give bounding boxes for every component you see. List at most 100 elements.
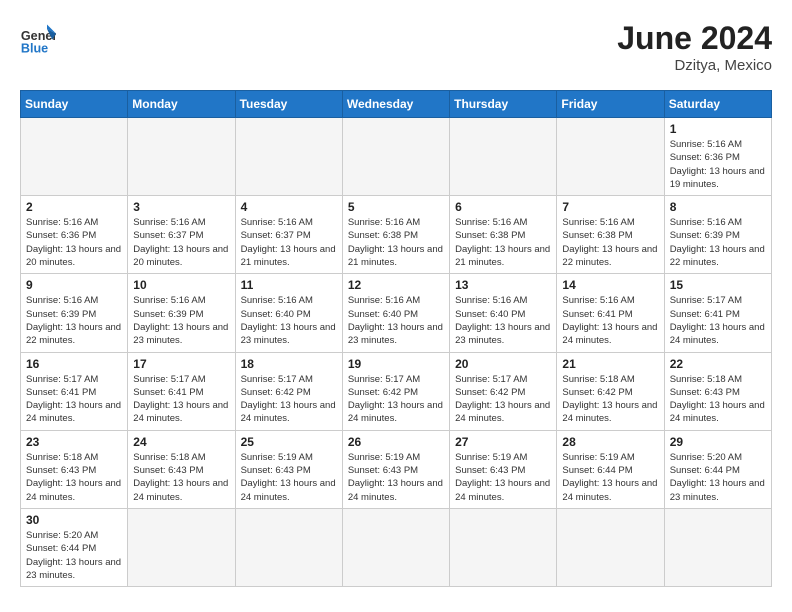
day-info: Sunrise: 5:16 AMSunset: 6:38 PMDaylight:…	[455, 216, 551, 269]
table-row	[128, 508, 235, 586]
table-row: 28 Sunrise: 5:19 AMSunset: 6:44 PMDayligh…	[557, 430, 664, 508]
day-number: 10	[133, 278, 229, 292]
day-number: 26	[348, 435, 444, 449]
day-info: Sunrise: 5:19 AMSunset: 6:43 PMDaylight:…	[348, 451, 444, 504]
table-row: 11 Sunrise: 5:16 AMSunset: 6:40 PMDayligh…	[235, 274, 342, 352]
table-row: 25Sunrise: 5:19 AMSunset: 6:43 PMDayligh…	[235, 430, 342, 508]
day-info: Sunrise: 5:16 AMSunset: 6:40 PMDaylight:…	[455, 294, 551, 347]
day-info: Sunrise: 5:16 AMSunset: 6:40 PMDaylight:…	[348, 294, 444, 347]
table-row	[664, 508, 771, 586]
header-monday: Monday	[128, 91, 235, 118]
day-info: Sunrise: 5:16 AMSunset: 6:39 PMDaylight:…	[133, 294, 229, 347]
day-number: 27	[455, 435, 551, 449]
table-row: 26 Sunrise: 5:19 AMSunset: 6:43 PMDayligh…	[342, 430, 449, 508]
day-number: 15	[670, 278, 766, 292]
day-info: Sunrise: 5:17 AMSunset: 6:42 PMDaylight:…	[455, 373, 551, 426]
calendar-week-row: 30Sunrise: 5:20 AMSunset: 6:44 PMDayligh…	[21, 508, 772, 586]
calendar-week-row: 16 Sunrise: 5:17 AMSunset: 6:41 PMDayligh…	[21, 352, 772, 430]
calendar-week-row: 9 Sunrise: 5:16 AMSunset: 6:39 PMDaylight…	[21, 274, 772, 352]
calendar-title: June 2024	[617, 20, 772, 57]
day-info: Sunrise: 5:18 AMSunset: 6:43 PMDaylight:…	[133, 451, 229, 504]
day-number: 17	[133, 357, 229, 371]
header-sunday: Sunday	[21, 91, 128, 118]
day-number: 4	[241, 200, 337, 214]
table-row: 16 Sunrise: 5:17 AMSunset: 6:41 PMDayligh…	[21, 352, 128, 430]
table-row: 24 Sunrise: 5:18 AMSunset: 6:43 PMDayligh…	[128, 430, 235, 508]
calendar-week-row: 2 Sunrise: 5:16 AMSunset: 6:36 PMDaylight…	[21, 196, 772, 274]
table-row: 3 Sunrise: 5:16 AMSunset: 6:37 PMDaylight…	[128, 196, 235, 274]
table-row	[450, 508, 557, 586]
day-info: Sunrise: 5:16 AMSunset: 6:39 PMDaylight:…	[670, 216, 766, 269]
day-info: Sunrise: 5:17 AMSunset: 6:41 PMDaylight:…	[670, 294, 766, 347]
day-number: 8	[670, 200, 766, 214]
day-number: 6	[455, 200, 551, 214]
table-row: 8 Sunrise: 5:16 AMSunset: 6:39 PMDaylight…	[664, 196, 771, 274]
table-row	[342, 118, 449, 196]
day-info: Sunrise: 5:16 AMSunset: 6:40 PMDaylight:…	[241, 294, 337, 347]
table-row: 29Sunrise: 5:20 AMSunset: 6:44 PMDayligh…	[664, 430, 771, 508]
day-number: 9	[26, 278, 122, 292]
day-number: 3	[133, 200, 229, 214]
day-number: 16	[26, 357, 122, 371]
day-number: 21	[562, 357, 658, 371]
day-info: Sunrise: 5:16 AMSunset: 6:36 PMDaylight:…	[670, 138, 766, 191]
day-number: 13	[455, 278, 551, 292]
table-row	[21, 118, 128, 196]
day-info: Sunrise: 5:16 AMSunset: 6:36 PMDaylight:…	[26, 216, 122, 269]
header-tuesday: Tuesday	[235, 91, 342, 118]
day-number: 23	[26, 435, 122, 449]
day-info: Sunrise: 5:16 AMSunset: 6:37 PMDaylight:…	[241, 216, 337, 269]
calendar-table: Sunday Monday Tuesday Wednesday Thursday…	[20, 90, 772, 587]
day-number: 20	[455, 357, 551, 371]
day-number: 11	[241, 278, 337, 292]
calendar-subtitle: Dzitya, Mexico	[617, 57, 772, 74]
day-info: Sunrise: 5:17 AMSunset: 6:41 PMDaylight:…	[26, 373, 122, 426]
table-row: 27 Sunrise: 5:19 AMSunset: 6:43 PMDayligh…	[450, 430, 557, 508]
table-row	[235, 118, 342, 196]
calendar-header-row: Sunday Monday Tuesday Wednesday Thursday…	[21, 91, 772, 118]
page-header: General Blue June 2024 Dzitya, Mexico	[20, 20, 772, 74]
table-row: 15 Sunrise: 5:17 AMSunset: 6:41 PMDayligh…	[664, 274, 771, 352]
logo-icon: General Blue	[20, 20, 56, 56]
day-number: 29	[670, 435, 766, 449]
table-row	[342, 508, 449, 586]
day-number: 28	[562, 435, 658, 449]
table-row	[450, 118, 557, 196]
day-info: Sunrise: 5:18 AMSunset: 6:43 PMDaylight:…	[670, 373, 766, 426]
day-info: Sunrise: 5:16 AMSunset: 6:37 PMDaylight:…	[133, 216, 229, 269]
day-number: 18	[241, 357, 337, 371]
day-info: Sunrise: 5:17 AMSunset: 6:42 PMDaylight:…	[241, 373, 337, 426]
header-wednesday: Wednesday	[342, 91, 449, 118]
day-number: 14	[562, 278, 658, 292]
table-row: 6 Sunrise: 5:16 AMSunset: 6:38 PMDaylight…	[450, 196, 557, 274]
day-number: 5	[348, 200, 444, 214]
day-number: 30	[26, 513, 122, 527]
day-number: 1	[670, 122, 766, 136]
table-row: 7Sunrise: 5:16 AMSunset: 6:38 PMDaylight…	[557, 196, 664, 274]
table-row: 10 Sunrise: 5:16 AMSunset: 6:39 PMDayligh…	[128, 274, 235, 352]
day-number: 24	[133, 435, 229, 449]
table-row: 20 Sunrise: 5:17 AMSunset: 6:42 PMDayligh…	[450, 352, 557, 430]
day-info: Sunrise: 5:16 AMSunset: 6:39 PMDaylight:…	[26, 294, 122, 347]
day-number: 12	[348, 278, 444, 292]
day-number: 22	[670, 357, 766, 371]
logo: General Blue	[20, 20, 56, 56]
table-row	[128, 118, 235, 196]
day-info: Sunrise: 5:19 AMSunset: 6:43 PMDaylight:…	[241, 451, 337, 504]
day-info: Sunrise: 5:16 AMSunset: 6:41 PMDaylight:…	[562, 294, 658, 347]
day-info: Sunrise: 5:19 AMSunset: 6:44 PMDaylight:…	[562, 451, 658, 504]
header-thursday: Thursday	[450, 91, 557, 118]
day-info: Sunrise: 5:19 AMSunset: 6:43 PMDaylight:…	[455, 451, 551, 504]
table-row: 2 Sunrise: 5:16 AMSunset: 6:36 PMDaylight…	[21, 196, 128, 274]
table-row	[557, 118, 664, 196]
table-row	[557, 508, 664, 586]
table-row: 17Sunrise: 5:17 AMSunset: 6:41 PMDayligh…	[128, 352, 235, 430]
table-row: 22 Sunrise: 5:18 AMSunset: 6:43 PMDayligh…	[664, 352, 771, 430]
day-info: Sunrise: 5:16 AMSunset: 6:38 PMDaylight:…	[562, 216, 658, 269]
table-row: 12 Sunrise: 5:16 AMSunset: 6:40 PMDayligh…	[342, 274, 449, 352]
table-row: 23Sunrise: 5:18 AMSunset: 6:43 PMDayligh…	[21, 430, 128, 508]
day-number: 2	[26, 200, 122, 214]
calendar-week-row: 23 Sunrise: 5:18 AMSunset: 6:43 PMDayligh…	[21, 430, 772, 508]
table-row: 9 Sunrise: 5:16 AMSunset: 6:39 PMDaylight…	[21, 274, 128, 352]
calendar-week-row: 1 Sunrise: 5:16 AMSunset: 6:36 PMDaylight…	[21, 118, 772, 196]
